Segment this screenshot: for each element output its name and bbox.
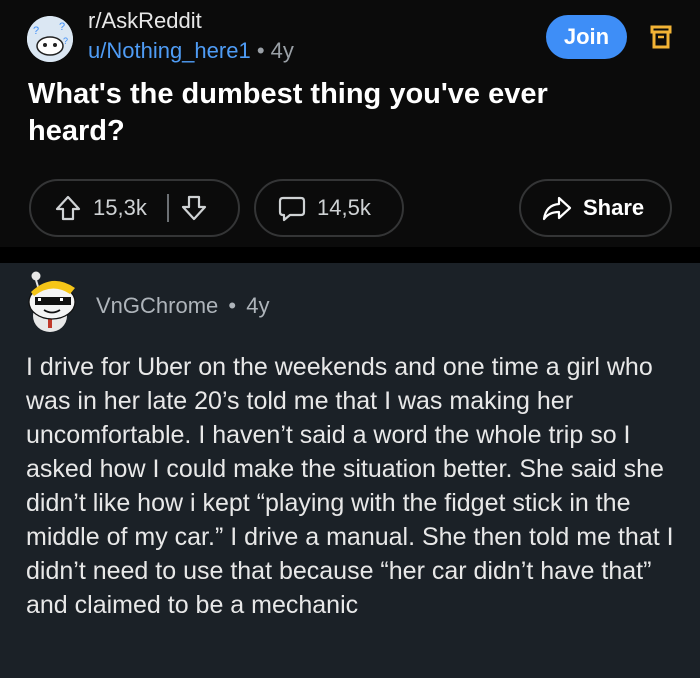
downvote-icon[interactable]	[179, 193, 209, 223]
share-icon	[542, 196, 572, 221]
section-divider	[0, 247, 700, 263]
subreddit-avatar[interactable]: ? ? ?	[27, 16, 73, 62]
join-button[interactable]: Join	[546, 15, 627, 59]
comment-count: 14,5k	[317, 195, 371, 220]
comments-button[interactable]: 14,5k	[254, 179, 404, 237]
meta-separator: •	[228, 293, 237, 318]
comment-body: I drive for Uber on the weekends and one…	[26, 353, 674, 619]
bookmark-icon[interactable]	[650, 24, 672, 50]
upvote-icon[interactable]	[53, 193, 83, 223]
svg-text:?: ?	[59, 21, 65, 33]
post-title[interactable]: What's the dumbest thing you've ever hea…	[28, 76, 588, 150]
post-meta: u/Nothing_here1 • 4y	[88, 38, 294, 64]
post-age: 4y	[270, 38, 294, 63]
comment-age: 4y	[246, 293, 270, 318]
svg-text:?: ?	[63, 36, 68, 46]
subreddit-name[interactable]: r/AskReddit	[88, 8, 202, 34]
svg-text:?: ?	[33, 25, 39, 37]
comment-icon	[278, 196, 306, 222]
upvote-count: 15,3k	[93, 195, 147, 220]
vote-bar: 15,3k	[29, 179, 240, 237]
meta-separator: •	[256, 38, 265, 63]
comment-meta: VnGChrome • 4y	[96, 293, 269, 319]
comment-author[interactable]: VnGChrome	[96, 293, 218, 318]
share-label: Share	[583, 195, 645, 220]
post-header: ? ? ? r/AskReddit u/Nothing_here1 • 4y J…	[0, 0, 700, 247]
vote-divider	[166, 194, 169, 222]
share-button[interactable]: Share	[519, 179, 672, 237]
post-author[interactable]: u/Nothing_here1	[88, 38, 251, 63]
user-avatar[interactable]	[22, 268, 82, 336]
